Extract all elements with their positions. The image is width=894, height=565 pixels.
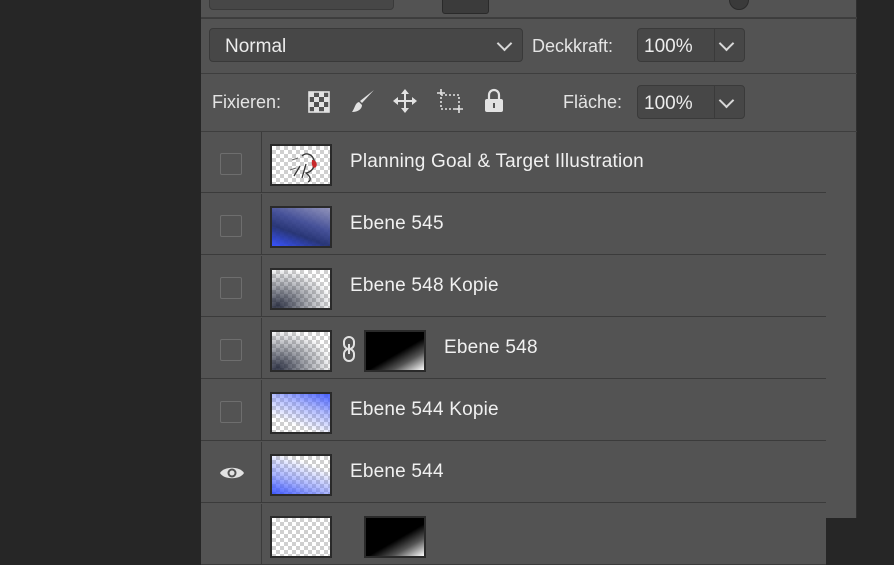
layers-list: Planning Goal & Target Illustration Eben… (201, 132, 826, 565)
layer-name[interactable]: Ebene 544 Kopie (350, 399, 499, 421)
lock-artboard-icon[interactable] (436, 88, 464, 114)
layer-row[interactable]: Ebene 544 (201, 442, 826, 503)
layer-mask-thumbnail[interactable] (364, 516, 426, 558)
opacity-value[interactable]: 100% (644, 36, 693, 58)
layer-mask-thumbnail[interactable] (364, 330, 426, 372)
visibility-toggle[interactable] (201, 318, 262, 378)
thumbnail-content (272, 208, 330, 246)
opacity-label: Deckkraft: (532, 36, 614, 56)
visibility-toggle[interactable] (201, 194, 262, 254)
visibility-checkbox[interactable] (220, 215, 242, 237)
layer-row[interactable]: Ebene 545 (201, 194, 826, 255)
visibility-toggle[interactable] (201, 256, 262, 316)
fill-field[interactable]: 100% (637, 85, 745, 119)
divider (714, 86, 715, 118)
layer-row[interactable]: Ebene 548 Kopie (201, 256, 826, 317)
layer-row[interactable]: Ebene 548 (201, 318, 826, 379)
filter-icons[interactable] (596, 0, 636, 4)
fill-label: Fläche: (563, 92, 623, 112)
blend-mode-value: Normal (225, 36, 287, 57)
layer-name[interactable]: Planning Goal & Target Illustration (350, 151, 644, 173)
lock-position-icon[interactable] (392, 88, 418, 114)
lock-image-pixels-icon[interactable] (350, 88, 376, 114)
divider (201, 73, 857, 74)
visibility-checkbox[interactable] (220, 153, 242, 175)
visibility-toggle[interactable] (201, 504, 262, 564)
fill-value[interactable]: 100% (644, 93, 693, 115)
layer-thumbnail[interactable] (270, 206, 332, 248)
thumbnail-content (272, 270, 330, 308)
lock-label: Fixieren: (212, 92, 282, 112)
layers-scroll-area[interactable] (826, 132, 856, 518)
layer-row[interactable]: Planning Goal & Target Illustration (201, 132, 826, 193)
divider (201, 17, 857, 18)
opacity-field[interactable]: 100% (637, 28, 745, 62)
layer-row[interactable] (201, 504, 826, 565)
layer-name[interactable]: Ebene 544 (350, 461, 444, 483)
visibility-checkbox[interactable] (220, 277, 242, 299)
layer-thumbnail[interactable] (270, 144, 332, 186)
chevron-down-icon[interactable] (718, 92, 735, 109)
visibility-toggle[interactable] (201, 442, 262, 502)
chevron-down-icon[interactable] (718, 35, 735, 52)
illustration-thumbnail (289, 153, 317, 183)
blend-mode-select[interactable]: Normal (209, 28, 523, 62)
layer-thumbnail[interactable] (270, 454, 332, 496)
mask-link-icon[interactable] (340, 335, 358, 363)
layer-filter-select[interactable] (209, 0, 394, 10)
thumbnail-content (272, 456, 330, 494)
chevron-down-icon (496, 35, 513, 52)
filter-toggle-swatch[interactable] (442, 0, 489, 14)
visibility-checkbox[interactable] (220, 401, 242, 423)
layer-thumbnail[interactable] (270, 330, 332, 372)
layer-name[interactable]: Ebene 548 (444, 337, 538, 359)
visibility-checkbox[interactable] (220, 339, 242, 361)
layer-name[interactable]: Ebene 548 Kopie (350, 275, 499, 297)
layer-thumbnail[interactable] (270, 268, 332, 310)
thumbnail-content (272, 332, 330, 370)
divider (714, 29, 715, 61)
workspace-background (857, 0, 894, 518)
layer-name[interactable]: Ebene 545 (350, 213, 444, 235)
thumbnail-content (272, 394, 330, 432)
layer-thumbnail[interactable] (270, 392, 332, 434)
eye-icon[interactable] (219, 465, 245, 481)
visibility-toggle[interactable] (201, 132, 262, 192)
lock-all-icon[interactable] (483, 88, 505, 114)
layer-thumbnail[interactable] (270, 516, 332, 558)
visibility-toggle[interactable] (201, 380, 262, 440)
lock-transparent-pixels-icon[interactable] (307, 88, 331, 114)
layer-row[interactable]: Ebene 544 Kopie (201, 380, 826, 441)
